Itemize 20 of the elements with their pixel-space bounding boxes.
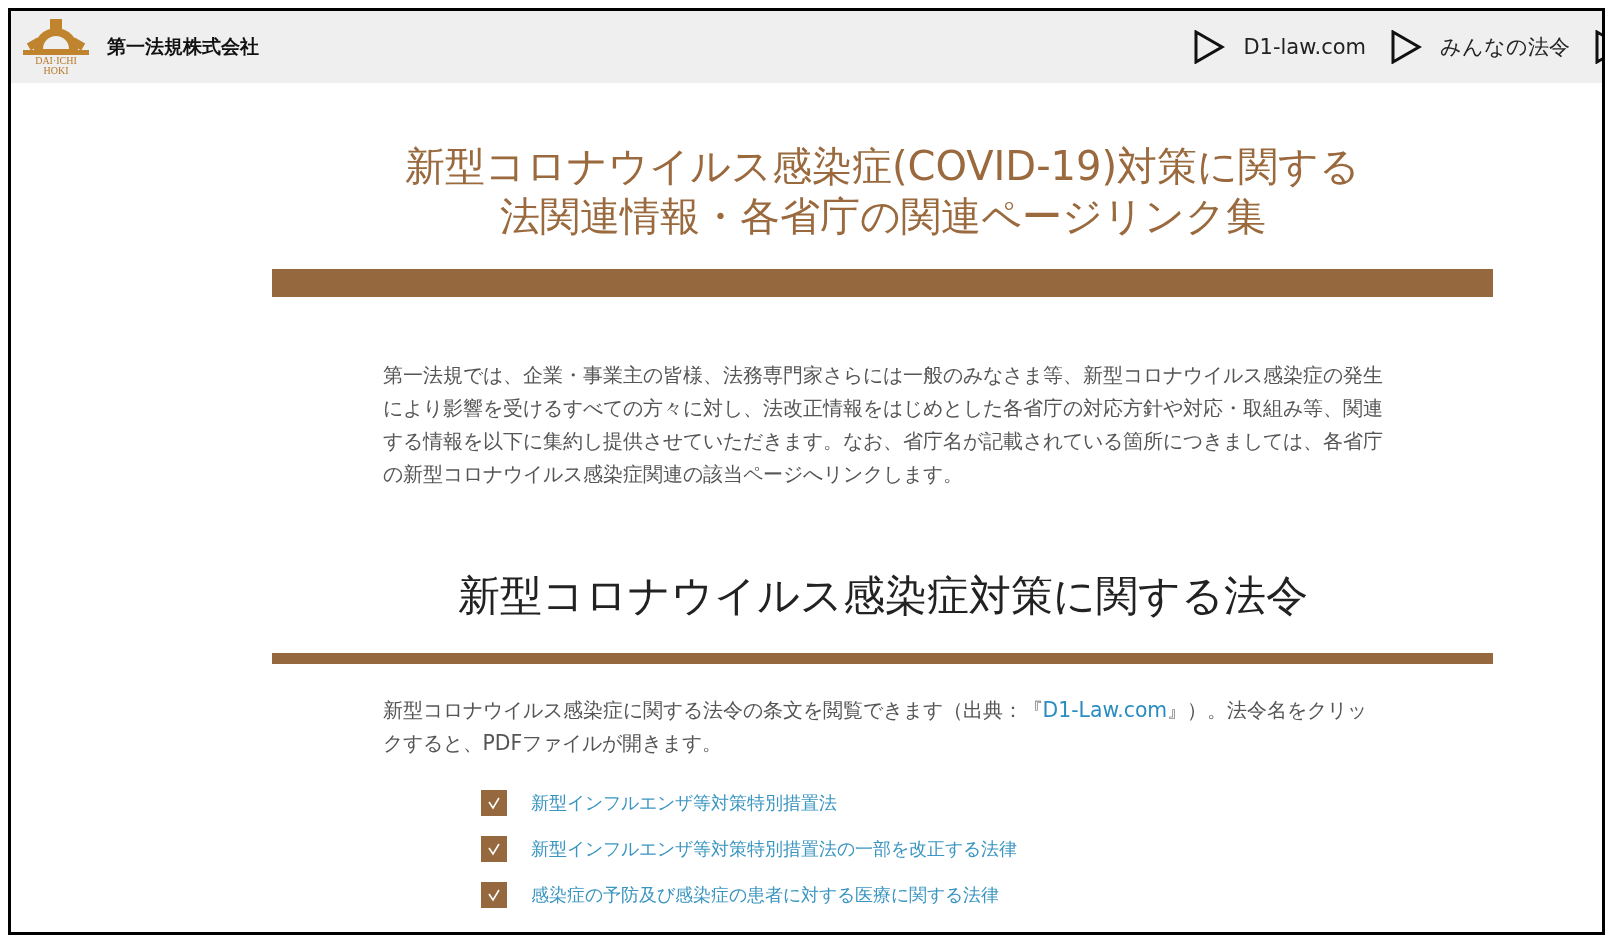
intro-paragraph: 第一法規では、企業・事業主の皆様、法務専門家さらには一般のみなさま等、新型コロナウイルス感染症の発生により影響を受けるすべての方々に対し、法改正情報をはじめとした各省庁の対応方針や対応・取組み等、関連する情報を以下に集約し提供させていただきます。なお、省庁名が記載されている箇所につきましては、各省庁の新型コロナウイルス感染症関連の該当ページへリンクします。 [382, 362, 1383, 488]
source-link[interactable]: D1-Law.com [1042, 698, 1168, 722]
play-icon [1193, 30, 1226, 64]
company-logo[interactable]: DAI·ICHI HOKI [21, 18, 91, 76]
law-link[interactable]: 新型インフルエンザ等対策特別措置法の一部を改正する法律 [530, 837, 1017, 861]
check-icon [480, 790, 507, 816]
nav-link[interactable]: みんなの法令 [1390, 30, 1570, 64]
check-icon [480, 882, 507, 908]
play-icon [1390, 30, 1422, 64]
logo-text: DAI·ICHI [35, 56, 77, 66]
section-heading: 新型コロナウイルス感染症対策に関する法令 [457, 571, 1308, 621]
page-title: 新型コロナウイルス感染症(COVID-19)対策に関する 法関連情報・各省庁の関連ページリンク集 [404, 142, 1361, 241]
law-link[interactable]: 新型インフルエンザ等対策特別措置法 [530, 791, 837, 815]
sun-icon [23, 18, 89, 56]
nav-link[interactable]: D1-law.com [1193, 30, 1366, 64]
company-name: 第一法規株式会社 [107, 34, 259, 59]
law-link[interactable]: 感染症の予防及び感染症の患者に対する医療に関する法律 [530, 883, 999, 907]
section-description: 新型コロナウイルス感染症に関する法令の条文を閲覧できます（出典：『D1-Law.com』）。法令名をクリックすると、PDFファイルが開きます。 [382, 697, 1369, 757]
check-icon [480, 836, 507, 862]
logo-text: HOKI [43, 66, 69, 76]
